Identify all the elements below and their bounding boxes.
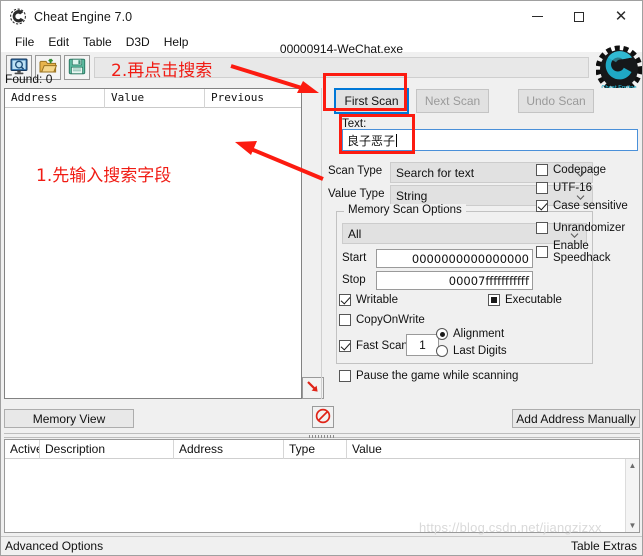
column-address[interactable]: Address — [174, 440, 284, 459]
copyonwrite-checkbox[interactable]: CopyOnWrite — [339, 314, 425, 326]
column-address[interactable]: Address — [5, 89, 105, 108]
utf16-label: UTF-16 — [553, 182, 592, 194]
undo-scan-button[interactable]: Undo Scan — [518, 89, 594, 113]
minimize-button[interactable] — [516, 1, 558, 32]
menu-edit[interactable]: Edit — [41, 34, 76, 50]
case-sensitive-checkbox[interactable]: Case sensitive — [536, 200, 628, 212]
value-type-value: String — [396, 188, 428, 203]
advanced-options-link[interactable]: Advanced Options — [5, 539, 103, 553]
scroll-down-icon[interactable]: ▼ — [629, 521, 637, 530]
writable-label: Writable — [356, 294, 398, 306]
memory-view-button[interactable]: Memory View — [4, 409, 134, 428]
value-type-label: Value Type — [328, 188, 385, 200]
cheat-table[interactable]: Active Description Address Type Value ▲ … — [4, 439, 640, 533]
table-extras-link[interactable]: Table Extras — [571, 539, 637, 553]
last-digits-radio[interactable]: Last Digits — [436, 345, 507, 357]
column-previous[interactable]: Previous — [205, 89, 301, 108]
found-count-label: Found: 0 — [5, 72, 53, 86]
maximize-button[interactable] — [558, 1, 600, 32]
start-address-label: Start — [342, 252, 367, 264]
close-button[interactable]: ✕ — [600, 1, 642, 32]
checkbox-box — [488, 294, 500, 306]
stop-address-label: Stop — [342, 274, 366, 286]
memory-scan-options-title: Memory Scan Options — [344, 204, 466, 216]
scan-options-panel: First Scan Next Scan Undo Scan Text: 良子恶… — [328, 88, 641, 399]
process-bar — [94, 57, 589, 78]
add-address-manually-button[interactable]: Add Address Manually — [512, 409, 640, 428]
stop-address-input[interactable]: 00007fffffffffff — [376, 271, 533, 290]
writable-checkbox[interactable]: Writable — [339, 294, 398, 306]
main-toolbar — [1, 52, 642, 83]
window-controls: ✕ — [516, 1, 642, 32]
unrandomizer-label: Unrandomizer — [553, 222, 626, 234]
first-scan-button[interactable]: First Scan — [334, 88, 409, 114]
checkbox-box — [339, 314, 351, 326]
checkbox-box — [536, 182, 548, 194]
copyonwrite-label: CopyOnWrite — [356, 314, 425, 326]
panel-splitter[interactable] — [4, 433, 640, 438]
next-scan-button[interactable]: Next Scan — [416, 89, 489, 113]
column-active[interactable]: Active — [5, 440, 40, 459]
stop-scan-button[interactable] — [312, 406, 334, 428]
red-no-entry-icon — [315, 408, 331, 427]
column-value[interactable]: Value — [105, 89, 205, 108]
cheat-engine-window: Cheat Engine 7.0 ✕ File Edit Table D3D H… — [0, 0, 643, 556]
scan-type-label: Scan Type — [328, 165, 383, 177]
save-table-button[interactable] — [64, 55, 90, 80]
column-description[interactable]: Description — [40, 440, 174, 459]
unrandomizer-checkbox[interactable]: Unrandomizer — [536, 222, 625, 234]
enable-speedhack-label: Enable Speedhack — [553, 240, 611, 264]
executable-checkbox[interactable]: Executable — [488, 294, 562, 306]
codepage-label: Codepage — [553, 164, 607, 176]
checkbox-box — [536, 246, 548, 258]
column-type[interactable]: Type — [284, 440, 347, 459]
search-text-input[interactable]: 良子恶子 — [342, 129, 638, 151]
panel-divider — [321, 88, 322, 399]
pause-game-checkbox[interactable]: Pause the game while scanning — [339, 370, 518, 382]
start-address-input[interactable]: 0000000000000000 — [376, 249, 533, 268]
alignment-label: Alignment — [453, 328, 505, 340]
search-text-value: 良子恶子 — [347, 133, 396, 148]
window-title: Cheat Engine 7.0 — [34, 9, 133, 24]
radio-circle — [436, 345, 448, 357]
enable-speedhack-checkbox[interactable]: Enable Speedhack — [536, 240, 641, 264]
scan-region-value: All — [348, 226, 362, 241]
column-value[interactable]: Value — [347, 440, 637, 459]
checkbox-box — [536, 200, 548, 212]
utf16-checkbox[interactable]: UTF-16 — [536, 182, 592, 194]
checkbox-box — [339, 340, 351, 352]
menu-file[interactable]: File — [8, 34, 41, 50]
scan-type-value: Search for text — [396, 165, 475, 180]
last-digits-label: Last Digits — [453, 345, 507, 357]
cheat-table-scrollbar[interactable]: ▲ ▼ — [625, 459, 639, 532]
fast-scan-checkbox[interactable]: Fast Scan — [339, 340, 408, 352]
fast-scan-value-input[interactable]: 1 — [406, 334, 439, 356]
pause-game-label: Pause the game while scanning — [356, 370, 519, 382]
cheat-engine-logo-icon — [9, 8, 27, 26]
scan-results-header: Address Value Previous — [5, 89, 301, 108]
red-arrow-down-right-icon — [305, 379, 321, 398]
cheat-table-header: Active Description Address Type Value — [5, 440, 639, 459]
title-bar: Cheat Engine 7.0 ✕ — [1, 1, 642, 32]
checkbox-box — [339, 294, 351, 306]
floppy-disk-icon — [68, 58, 86, 78]
checkbox-box — [339, 370, 351, 382]
radio-circle — [436, 328, 448, 340]
fast-scan-label: Fast Scan — [356, 340, 408, 352]
status-bar: Advanced Options Table Extras — [1, 536, 642, 555]
alignment-radio[interactable]: Alignment — [436, 328, 504, 340]
codepage-checkbox[interactable]: Codepage — [536, 164, 606, 176]
checkbox-box — [536, 222, 548, 234]
process-title: 00000914-WeChat.exe — [279, 42, 404, 56]
executable-label: Executable — [505, 294, 562, 306]
checkbox-box — [536, 164, 548, 176]
scroll-up-icon[interactable]: ▲ — [629, 461, 637, 470]
scan-results-body[interactable] — [5, 108, 301, 398]
scan-results-list[interactable]: Address Value Previous — [4, 88, 302, 399]
case-sensitive-label: Case sensitive — [553, 200, 628, 212]
